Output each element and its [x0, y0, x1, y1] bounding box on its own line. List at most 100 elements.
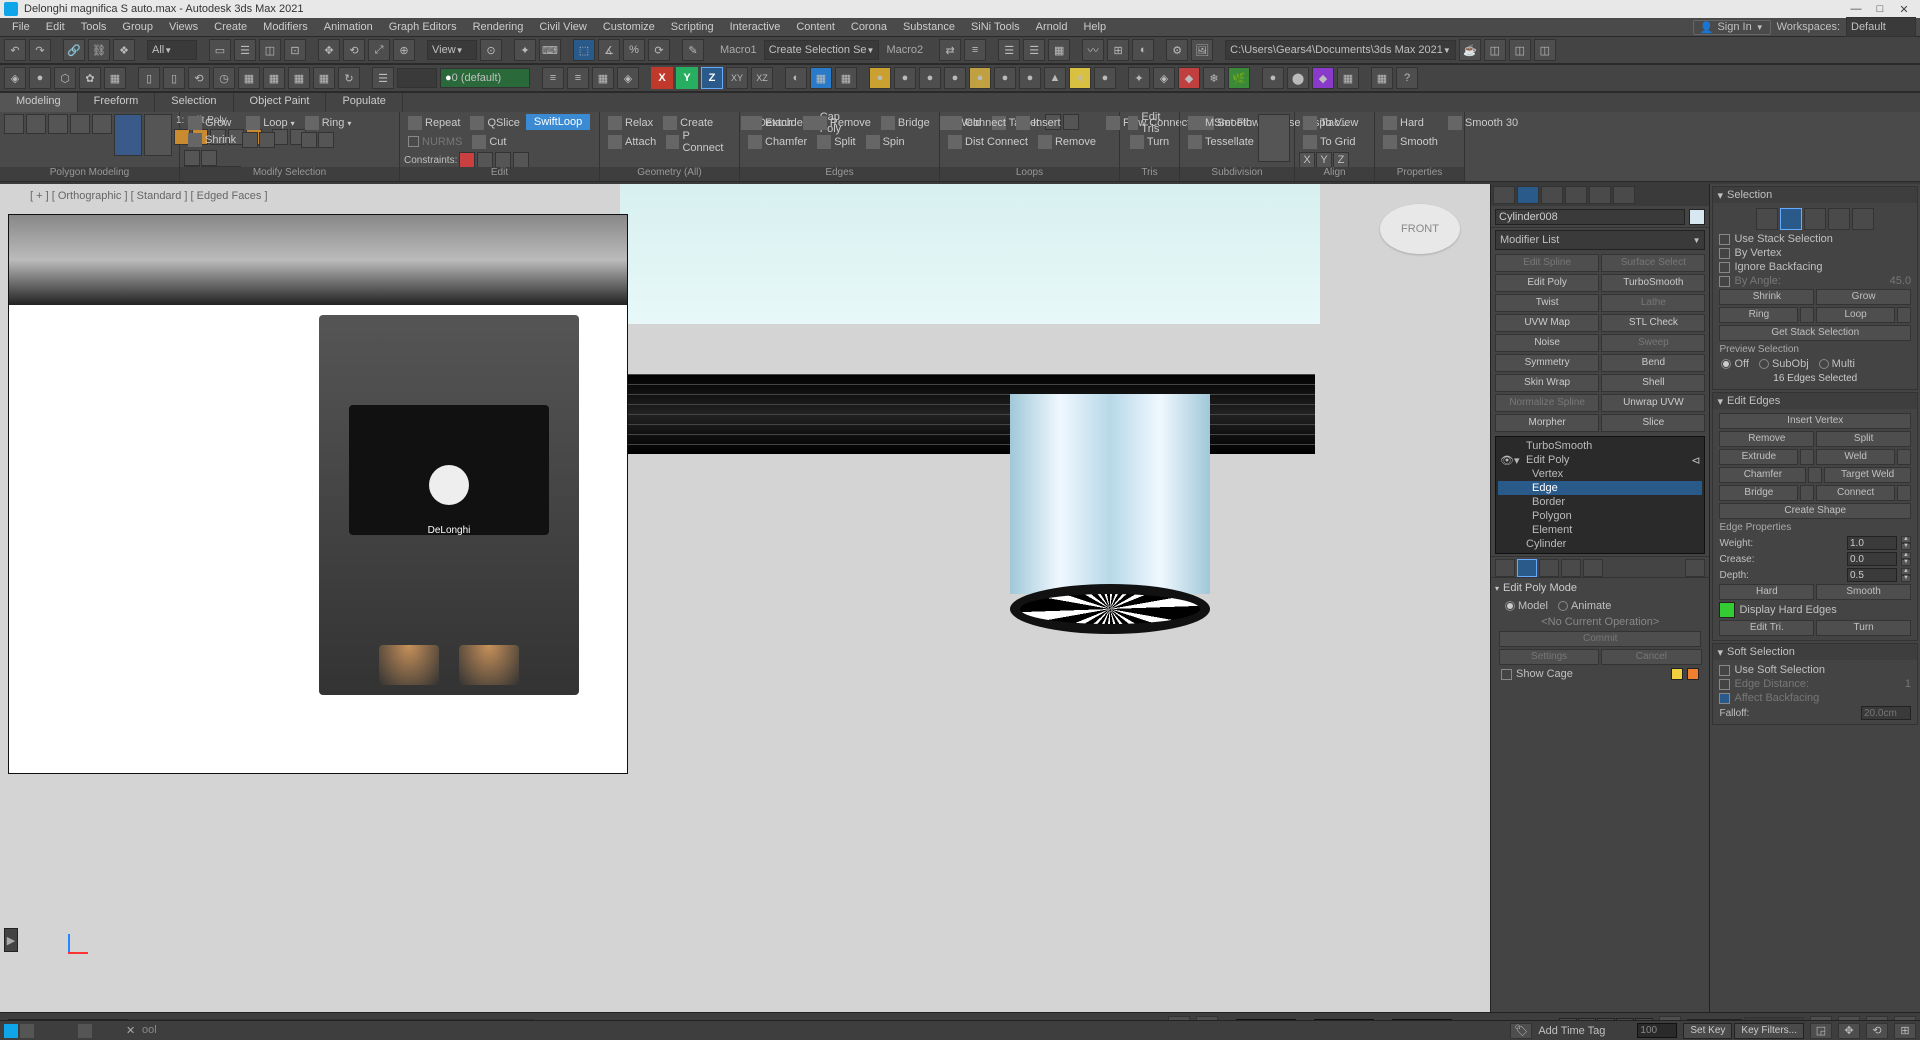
btn-loop[interactable]: Loop: [1816, 307, 1895, 323]
tab-modeling[interactable]: Modeling: [0, 93, 78, 112]
axis-y-button[interactable]: Y: [676, 67, 698, 89]
tbr2-e10[interactable]: ●: [1094, 67, 1116, 89]
nav-b1[interactable]: ◲: [1810, 1023, 1832, 1039]
mirror-button[interactable]: ⇄: [939, 39, 961, 61]
btn-edittri[interactable]: Edit Tri.: [1719, 620, 1814, 636]
al-toview[interactable]: To View: [1299, 114, 1362, 131]
loop-p[interactable]: [242, 132, 258, 148]
stack-unique[interactable]: [1539, 559, 1559, 577]
stack-showend[interactable]: [1517, 559, 1537, 577]
tab-freeform[interactable]: Freeform: [78, 93, 156, 112]
so2-edge[interactable]: [1780, 208, 1802, 230]
tbr2-g4[interactable]: ▦: [1337, 67, 1359, 89]
tab-objectpaint[interactable]: Object Paint: [234, 93, 327, 112]
link-button[interactable]: 🔗: [63, 39, 85, 61]
btn-insertvertex[interactable]: Insert Vertex: [1719, 413, 1911, 429]
stack-cylinder[interactable]: Cylinder: [1498, 537, 1702, 551]
repeat-button[interactable]: Repeat: [404, 114, 464, 131]
epm-header[interactable]: ▾Edit Poly Mode: [1495, 580, 1705, 596]
menu-rendering[interactable]: Rendering: [465, 21, 532, 33]
chk-byangle[interactable]: [1719, 276, 1730, 287]
task-icon-2[interactable]: [20, 1024, 34, 1038]
signin-button[interactable]: 👤 Sign In ▼: [1693, 20, 1771, 35]
edge-extrude[interactable]: Extrude: [744, 114, 807, 131]
stack-more[interactable]: [1685, 559, 1705, 577]
stack-polygon[interactable]: Polygon: [1498, 509, 1702, 523]
tbr2-b6[interactable]: ▯: [138, 67, 160, 89]
select-name-button[interactable]: ☰: [234, 39, 256, 61]
tbr2-c2[interactable]: ≡: [567, 67, 589, 89]
so2-polygon[interactable]: [1828, 208, 1850, 230]
layer2-button[interactable]: ☰: [1023, 39, 1045, 61]
tbr2-g3[interactable]: ◆: [1312, 67, 1334, 89]
schematic-button[interactable]: ⊞: [1107, 39, 1129, 61]
con-none[interactable]: [459, 152, 475, 168]
tbr2-g1[interactable]: ●: [1262, 67, 1284, 89]
mod-slice[interactable]: Slice: [1601, 414, 1705, 432]
tbr2-b1[interactable]: ◈: [4, 67, 26, 89]
mod-sweep[interactable]: Sweep: [1601, 334, 1705, 352]
tbr2-e6[interactable]: ●: [994, 67, 1016, 89]
spinner-snap-button[interactable]: ⟳: [648, 39, 670, 61]
btn-bridge[interactable]: Bridge: [1719, 485, 1798, 501]
axis-xz[interactable]: XZ: [751, 67, 773, 89]
depth-input[interactable]: 0.5: [1847, 568, 1897, 582]
hardedge-color[interactable]: [1719, 602, 1735, 618]
ring-p[interactable]: [301, 132, 317, 148]
editedges-header[interactable]: ▾Edit Edges: [1713, 393, 1917, 409]
so2-element[interactable]: [1852, 208, 1874, 230]
viewport-flyout[interactable]: ▶: [4, 928, 18, 952]
rotate-button[interactable]: ⟲: [343, 39, 365, 61]
con-edge[interactable]: [477, 152, 493, 168]
menu-customize[interactable]: Customize: [595, 21, 663, 33]
tbr2-f3[interactable]: ◆: [1178, 67, 1200, 89]
ribbon-toggle[interactable]: ▦: [1048, 39, 1070, 61]
minimize-button[interactable]: —: [1844, 3, 1868, 15]
placement-button[interactable]: ⊕: [393, 39, 415, 61]
tbr2-e8[interactable]: ▲: [1044, 67, 1066, 89]
btn-split[interactable]: Split: [1816, 431, 1911, 447]
mod-twist[interactable]: Twist: [1495, 294, 1599, 312]
chk-byvertex[interactable]: [1719, 248, 1730, 259]
menu-animation[interactable]: Animation: [316, 21, 381, 33]
mod-symmetry[interactable]: Symmetry: [1495, 354, 1599, 372]
stack-remove[interactable]: [1561, 559, 1581, 577]
redo-button[interactable]: ↷: [29, 39, 51, 61]
curve-editor-button[interactable]: 〰: [1082, 39, 1104, 61]
select-rect-button[interactable]: ◫: [259, 39, 281, 61]
tris-edit[interactable]: Edit Tris: [1124, 114, 1175, 131]
chk-usesoft[interactable]: [1719, 665, 1730, 676]
close-button[interactable]: ✕: [1892, 3, 1916, 16]
cha-set[interactable]: [1808, 467, 1822, 483]
workspaces-dropdown[interactable]: Default: [1846, 17, 1916, 37]
menu-help[interactable]: Help: [1075, 21, 1114, 33]
tbr2-e1[interactable]: ●: [869, 67, 891, 89]
btn-shrink[interactable]: Shrink: [1719, 289, 1814, 305]
tab-populate[interactable]: Populate: [326, 93, 402, 112]
tbr2-b9[interactable]: ◷: [213, 67, 235, 89]
viewport-label[interactable]: [ + ] [ Orthographic ] [ Standard ] [ Ed…: [30, 190, 268, 202]
menu-scripting[interactable]: Scripting: [663, 21, 722, 33]
softsel-header[interactable]: ▾Soft Selection: [1713, 644, 1917, 660]
mod-shell[interactable]: Shell: [1601, 374, 1705, 392]
menu-substance[interactable]: Substance: [895, 21, 963, 33]
tbr2-b10[interactable]: ▦: [238, 67, 260, 89]
stack-edge[interactable]: Edge: [1498, 481, 1702, 495]
poly-btn-5[interactable]: [92, 114, 112, 134]
axis-x-button[interactable]: X: [651, 67, 673, 89]
loop-remove[interactable]: Remove: [1034, 133, 1100, 150]
stack-border[interactable]: Border: [1498, 495, 1702, 509]
stack-config[interactable]: [1583, 559, 1603, 577]
mod-uvw[interactable]: UVW Map: [1495, 314, 1599, 332]
poly-big-1[interactable]: [114, 114, 142, 156]
layer-button[interactable]: ☰: [998, 39, 1020, 61]
swiftloop-button[interactable]: SwiftLoop: [526, 114, 590, 130]
create-sel-dropdown[interactable]: Create Selection Se▼: [764, 40, 880, 60]
material-editor-button[interactable]: ◐: [1132, 39, 1154, 61]
epm-model[interactable]: Model: [1505, 600, 1548, 612]
edge-spin[interactable]: Spin: [862, 133, 909, 150]
viewcube[interactable]: FRONT: [1380, 204, 1460, 254]
menu-corona[interactable]: Corona: [843, 21, 895, 33]
tbr2-e5[interactable]: ●: [969, 67, 991, 89]
tris-turn[interactable]: Turn: [1126, 133, 1173, 150]
